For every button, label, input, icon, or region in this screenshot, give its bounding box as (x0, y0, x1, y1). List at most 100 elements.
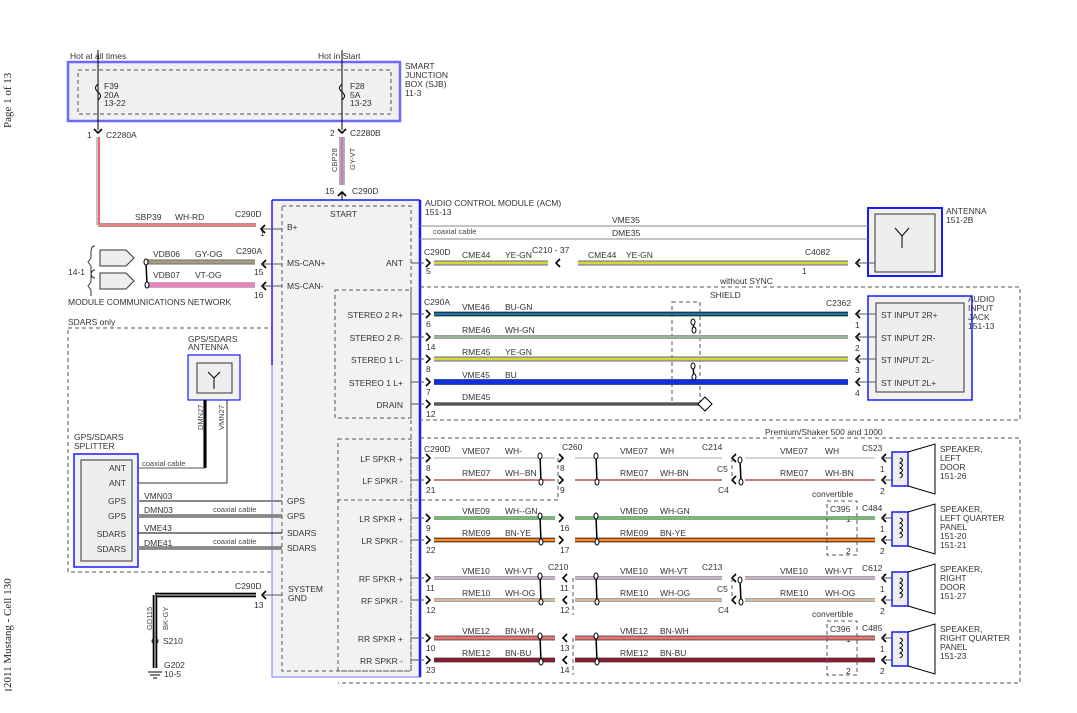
twisted-pair-icon (595, 575, 598, 603)
wire-color-label: GY-VT (348, 147, 357, 170)
speaker-icon[interactable] (891, 623, 936, 675)
wiring-diagram: Page 1 of 13 2011 Mustang - Cell 130 Hot… (2, 50, 1021, 691)
acm-pin-label: START (330, 209, 357, 219)
twisted-pair-icon (738, 478, 744, 486)
circuit-label: VME10 (620, 566, 648, 576)
speaker-icon[interactable] (891, 563, 936, 615)
acm-ref: 151-13 (425, 207, 452, 217)
circuit-label: RME10 (462, 588, 491, 598)
network-connector-icon (87, 245, 135, 296)
sjb-ref: 11-3 (405, 88, 422, 98)
wire-color-label: WH-VT (505, 566, 533, 576)
acm-pin-label: MS-CAN- (287, 281, 324, 291)
acm-pin-label: LR SPKR + (359, 514, 403, 524)
twisted-pair-icon (593, 572, 599, 580)
acm-pin-label: DRAIN (377, 400, 403, 410)
pin-number: 1 (880, 644, 885, 654)
circuit-label: VME09 (620, 506, 648, 516)
wire-color-label: WH- (505, 446, 522, 456)
pin-number: 1 (802, 266, 807, 276)
circuit-label: CBP28 (330, 148, 339, 172)
pin-number: 9 (560, 485, 565, 495)
connector-label: C484 (862, 503, 883, 513)
wire-color-label: YE-GN (505, 250, 532, 260)
connector-icon (730, 595, 737, 605)
twisted-pair-icon (144, 281, 150, 289)
circuit-label: VME07 (780, 446, 808, 456)
pin-number: 17 (560, 545, 570, 555)
drain-shield-icon (697, 396, 713, 412)
twisted-pair-icon (737, 456, 743, 464)
pin-number: 2 (880, 486, 885, 496)
pin-number: 1 (880, 464, 885, 474)
connector-icon (730, 573, 737, 583)
connector-icon (558, 475, 565, 485)
speaker-cone (907, 623, 936, 675)
connector-icon (558, 513, 565, 523)
connector-icon (561, 595, 568, 605)
connector-icon (730, 453, 737, 463)
antenna-module[interactable] (867, 207, 943, 277)
connector-label: C4 (718, 605, 729, 615)
circuit-label: VDB06 (153, 249, 180, 259)
connector-icon (425, 513, 432, 523)
acm-pin-label: B+ (287, 222, 298, 232)
premium-shaker-label: Premium/Shaker 500 and 1000 (765, 427, 883, 437)
connector-label: C290A (236, 246, 262, 256)
circuit-label: VMN27 (217, 405, 226, 430)
circuit-label: CME44 (588, 250, 617, 260)
connector-label: C2280B (350, 128, 381, 138)
circuit-label: VMN03 (144, 491, 173, 501)
speaker-cone (907, 443, 936, 495)
connector-icon (558, 535, 565, 545)
twisted-pair-icon (539, 635, 542, 663)
network-label: MODULE COMMUNICATIONS NETWORK (68, 297, 232, 307)
circuit-label: VME46 (462, 302, 490, 312)
speaker-icon[interactable] (891, 503, 936, 555)
wire-color-label: BK-GY (161, 607, 170, 630)
acm-pin-label: RR SPKR - (360, 656, 403, 666)
circuit-label: VME07 (462, 446, 490, 456)
pin-number: 2 (880, 666, 885, 676)
wire-color-label: BU-GN (505, 302, 532, 312)
speaker-cone (907, 563, 936, 615)
pin-number: 2 (880, 546, 885, 556)
without-sync-label: without SYNC (719, 276, 773, 286)
splitter-pin: GPS (108, 511, 126, 521)
twisted-pair-icon (737, 576, 743, 584)
acm-pin-label: SDARS (287, 528, 317, 538)
twisted-pair-icon (143, 258, 149, 266)
circuit-label: VDB07 (153, 270, 180, 280)
circuit-label: RME07 (462, 468, 491, 478)
twisted-pair-icon (539, 455, 542, 483)
wire-color-label: BN-YE (660, 528, 686, 538)
connector-icon (425, 633, 432, 643)
pin-number: 6 (426, 319, 431, 329)
twisted-pair-icon (594, 538, 600, 546)
circuit-label: VME45 (462, 370, 490, 380)
wire-color-label: BN-BU (505, 648, 531, 658)
pin-number: 15 (254, 267, 264, 277)
gps-sdars-antenna[interactable] (187, 354, 241, 401)
wire-color-label: BN-WH (505, 626, 534, 636)
twisted-pair-icon (594, 478, 600, 486)
connector-label: C5 (717, 584, 728, 594)
wire-color-label: WH-OG (660, 588, 690, 598)
speaker-magnet (891, 571, 909, 607)
circuit-label: SBP39 (135, 212, 162, 222)
connector-label: C210 (548, 562, 569, 572)
connector-label: C213 (702, 562, 723, 572)
speaker-icon[interactable] (891, 443, 936, 495)
wire-color-label: GY-OG (195, 249, 223, 259)
wire-color-label: WH (660, 446, 674, 456)
connector-icon (730, 475, 737, 485)
pin-number: 15 (325, 186, 335, 196)
connector-label: C290D (235, 581, 261, 591)
ground-ref: 10-5 (164, 669, 181, 679)
coaxial-label: coaxial cable (433, 227, 476, 236)
acm-pin-label: ANT (386, 258, 403, 268)
connector-icon (425, 332, 432, 342)
pin-number: 11 (560, 583, 569, 593)
connector-icon (425, 655, 432, 665)
splitter-label: SPLITTER (74, 441, 115, 451)
